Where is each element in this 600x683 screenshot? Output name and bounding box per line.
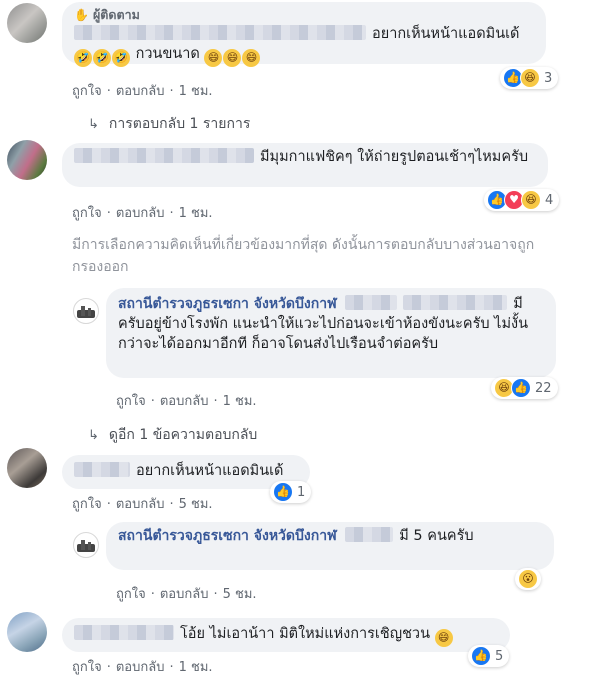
reply-text: สถานีตำรวจภูธรเซกา จังหวัดบึงกาฬ มีครับอ… (118, 295, 529, 352)
like-reaction-icon: 👍 (273, 482, 293, 502)
reply-bubble: สถานีตำรวจภูธรเซกา จังหวัดบึงกาฬ มี 5 คน… (106, 522, 554, 570)
mentioned-name[interactable] (403, 295, 508, 310)
mentioned-name[interactable] (345, 527, 394, 542)
page-name-link[interactable]: สถานีตำรวจภูธรเซกา จังหวัดบึงกาฬ (118, 296, 337, 312)
reaction-summary[interactable]: 👍 1 (270, 481, 312, 503)
reply-link[interactable]: ตอบกลับ (160, 583, 209, 604)
rofl-emoji-icon: 🤣 (93, 49, 111, 67)
reply-arrow-icon: ↳ (88, 117, 99, 132)
like-link[interactable]: ถูกใจ (116, 583, 146, 604)
reply-link[interactable]: ตอบกลับ (116, 656, 165, 677)
reply-link[interactable]: ตอบกลับ (160, 390, 209, 411)
follower-badge: ✋ ผู้ติดตาม (74, 7, 534, 23)
timestamp[interactable]: 1 ชม. (179, 202, 213, 223)
timestamp[interactable]: 1 ชม. (223, 390, 257, 411)
comment-actions: ถูกใจ · ตอบกลับ · 1 ชม. (72, 80, 213, 101)
wave-hand-icon: ✋ (74, 8, 89, 22)
haha-reaction-icon: 😆 (521, 190, 541, 210)
timestamp[interactable]: 1 ชม. (179, 80, 213, 101)
page-name-link[interactable]: สถานีตำรวจภูธรเซกา จังหวัดบึงกาฬ (118, 528, 337, 544)
reply-link[interactable]: ตอบกลับ (116, 202, 165, 223)
avatar[interactable] (7, 3, 47, 43)
timestamp[interactable]: 5 ชม. (223, 583, 257, 604)
page-avatar[interactable] (73, 298, 99, 324)
reaction-summary[interactable]: 👍 😆 3 (500, 67, 559, 89)
smile-emoji-icon: 😄 (223, 49, 242, 67)
view-replies-link[interactable]: ↳ การตอบกลับ 1 รายการ (88, 113, 250, 135)
reply-link[interactable]: ตอบกลับ (116, 493, 165, 514)
reaction-count: 5 (495, 648, 504, 664)
smile-emoji-icon: 😄 (242, 49, 261, 67)
reply-bubble: สถานีตำรวจภูธรเซกา จังหวัดบึงกาฬ มีครับอ… (106, 288, 556, 378)
comment-bubble: มีมุมกาแฟชิคๆ ให้ถ่ายรูปตอนเช้าๆไหมครับ (62, 143, 548, 187)
commenter-name[interactable] (74, 25, 366, 40)
follower-badge-label: ผู้ติดตาม (92, 7, 140, 22)
reply-actions: ถูกใจ · ตอบกลับ · 5 ชม. (116, 583, 257, 604)
reply-actions: ถูกใจ · ตอบกลับ · 1 ชม. (116, 390, 257, 411)
comment-actions: ถูกใจ · ตอบกลับ · 5 ชม. (72, 493, 213, 514)
comment-text: อยากเห็นหน้าแอดมินเด้ (74, 24, 534, 44)
like-link[interactable]: ถูกใจ (72, 202, 102, 223)
comment-text: อยากเห็นหน้าแอดมินเด้ (74, 461, 298, 481)
mentioned-name[interactable] (345, 295, 398, 310)
like-reaction-icon: 👍 (471, 646, 491, 666)
avatar[interactable] (7, 612, 47, 652)
reaction-summary[interactable]: 👍 5 (468, 645, 510, 667)
reply-link[interactable]: ตอบกลับ (116, 80, 165, 101)
avatar[interactable] (7, 448, 47, 488)
like-reaction-icon: 👍 (511, 378, 531, 398)
like-link[interactable]: ถูกใจ (116, 390, 146, 411)
commenter-name[interactable] (74, 148, 254, 163)
avatar[interactable] (7, 140, 47, 180)
reaction-summary[interactable]: 😆 👍 22 (491, 377, 558, 399)
page-avatar[interactable] (73, 532, 99, 558)
comment-text: มีมุมกาแฟชิคๆ ให้ถ่ายรูปตอนเช้าๆไหมครับ (74, 147, 536, 167)
filter-note: มีการเลือกความคิดเห็นที่เกี่ยวข้องมากที่… (72, 237, 535, 275)
rofl-emoji-icon: 🤣 (112, 49, 130, 67)
reaction-count: 3 (544, 70, 553, 86)
timestamp[interactable]: 5 ชม. (179, 493, 213, 514)
like-link[interactable]: ถูกใจ (72, 493, 102, 514)
view-more-replies-link[interactable]: ↳ ดูอีก 1 ข้อความตอบกลับ (88, 424, 257, 446)
comment-bubble: ✋ ผู้ติดตาม อยากเห็นหน้าแอดมินเด้ 🤣 🤣 🤣 กว… (62, 2, 546, 67)
like-link[interactable]: ถูกใจ (72, 656, 102, 677)
reaction-count: 4 (545, 192, 554, 208)
smile-emoji-icon: 😄 (434, 629, 453, 647)
timestamp[interactable]: 1 ชม. (179, 656, 213, 677)
reply-arrow-icon: ↳ (88, 428, 99, 443)
wow-reaction-icon: 😮 (518, 569, 538, 589)
commenter-name[interactable] (74, 625, 174, 640)
reaction-count: 22 (535, 380, 552, 396)
reaction-summary[interactable]: 👍 ♥ 😆 4 (484, 189, 560, 211)
haha-reaction-icon: 😆 (520, 68, 540, 88)
reply-text: สถานีตำรวจภูธรเซกา จังหวัดบึงกาฬ มี 5 คน… (118, 527, 474, 544)
comment-actions: ถูกใจ · ตอบกลับ · 1 ชม. (72, 656, 213, 677)
like-link[interactable]: ถูกใจ (72, 80, 102, 101)
reaction-count: 1 (297, 484, 306, 500)
comment-text: โอ้ย ไม่เอาน้าา มิติใหม่แห่งการเชิญชวน 😄 (74, 624, 498, 647)
comment-text-line2: 🤣 🤣 🤣 กวนขนาด 😄 😄 😄 (74, 44, 534, 67)
comment-bubble: โอ้ย ไม่เอาน้าา มิติใหม่แห่งการเชิญชวน 😄 (62, 618, 510, 652)
comment-actions: ถูกใจ · ตอบกลับ · 1 ชม. (72, 202, 213, 223)
rofl-emoji-icon: 🤣 (74, 49, 92, 67)
smile-emoji-icon: 😄 (204, 49, 223, 67)
reaction-summary[interactable]: 😮 (515, 568, 541, 590)
commenter-name[interactable] (74, 462, 130, 477)
